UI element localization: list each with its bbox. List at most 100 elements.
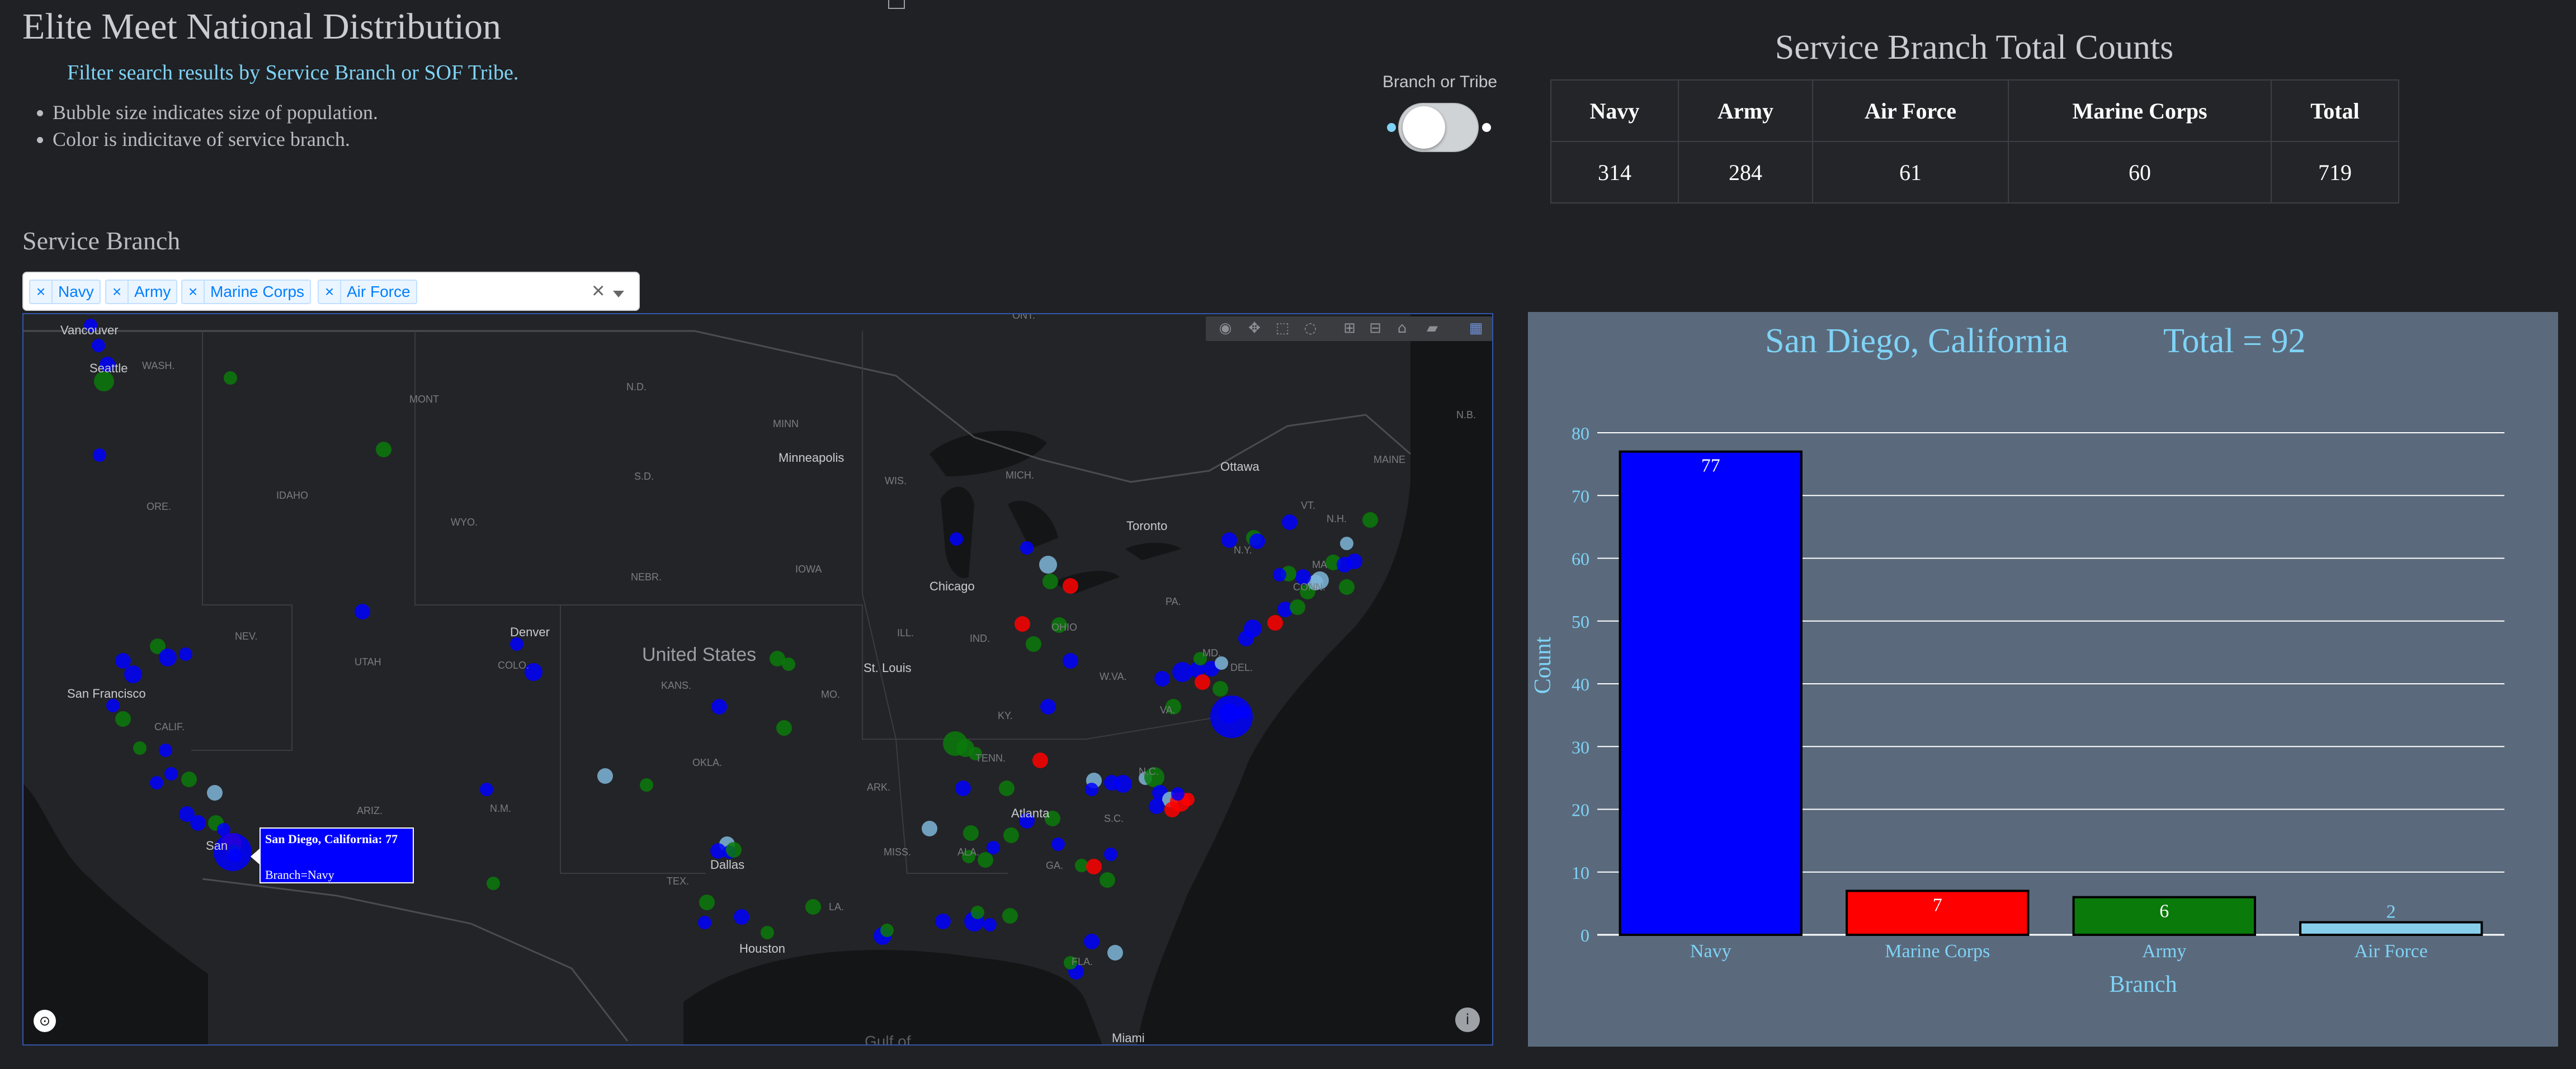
remove-air-force-button[interactable]: ×: [319, 281, 341, 303]
map-marker[interactable]: [1164, 802, 1180, 817]
box-select-icon[interactable]: ⬚: [1275, 320, 1290, 337]
chevron-down-icon[interactable]: [613, 291, 624, 297]
eraser-icon[interactable]: ▰: [1425, 320, 1440, 337]
remove-navy-button[interactable]: ×: [30, 281, 53, 303]
map-marker[interactable]: [999, 781, 1015, 796]
map-marker[interactable]: [1244, 619, 1262, 637]
bar-navy[interactable]: [1619, 450, 1803, 936]
map-marker[interactable]: [776, 720, 792, 736]
map-marker[interactable]: [150, 776, 163, 789]
map-marker[interactable]: [1026, 636, 1041, 652]
lasso-select-icon[interactable]: ◌: [1303, 320, 1318, 337]
map-marker[interactable]: [922, 821, 937, 836]
map-marker[interactable]: [207, 785, 223, 801]
map-marker[interactable]: [983, 918, 997, 931]
map-marker[interactable]: [1273, 568, 1286, 581]
map-marker[interactable]: [726, 842, 742, 858]
map-marker[interactable]: [950, 532, 963, 546]
map-marker[interactable]: [963, 825, 979, 841]
map-marker[interactable]: [115, 711, 131, 727]
map-marker[interactable]: [164, 767, 178, 781]
map-marker[interactable]: [1340, 537, 1353, 550]
city-branch-chart[interactable]: San Diego, California Total = 92 0 10 20 30…: [1528, 312, 2558, 1047]
service-branch-dropdown[interactable]: × Navy × Army × Marine Corps × Air Force ×: [22, 272, 640, 311]
map-marker[interactable]: [955, 781, 971, 796]
map-marker[interactable]: [1195, 674, 1210, 690]
map-marker[interactable]: [1107, 945, 1123, 961]
map-marker[interactable]: [1063, 653, 1078, 669]
map-marker[interactable]: [1290, 599, 1305, 615]
remove-marine-corps-button[interactable]: ×: [182, 281, 205, 303]
map-marker[interactable]: [1267, 615, 1283, 631]
map-marker[interactable]: [1362, 512, 1378, 528]
map-marker[interactable]: [224, 371, 237, 385]
map-marker[interactable]: [376, 442, 391, 457]
map-marker[interactable]: [699, 895, 715, 910]
map-marker[interactable]: [1085, 783, 1098, 796]
map-marker[interactable]: [1171, 787, 1185, 801]
map-marker[interactable]: [1339, 579, 1355, 595]
map-marker[interactable]: [1114, 775, 1132, 793]
map-marker[interactable]: [480, 783, 493, 796]
pan-icon[interactable]: ✥: [1247, 320, 1262, 337]
map-marker[interactable]: [190, 815, 206, 831]
map-marker[interactable]: [1149, 798, 1164, 814]
map-marker[interactable]: [92, 339, 105, 352]
map-marker[interactable]: [1032, 753, 1048, 768]
distribution-map[interactable]: Vancouver Seattle ONT. WASH. MONT N.D. M…: [22, 313, 1493, 1046]
map-marker[interactable]: [782, 658, 795, 671]
map-marker[interactable]: [1042, 574, 1058, 589]
map-marker[interactable]: [1020, 541, 1034, 555]
bar-air-force[interactable]: [2299, 921, 2483, 936]
map-marker[interactable]: [698, 916, 711, 929]
map-marker[interactable]: [1212, 681, 1228, 697]
map-marker[interactable]: [355, 604, 370, 619]
plotly-logo-icon[interactable]: ▦: [1469, 320, 1483, 337]
map-marker[interactable]: [1086, 859, 1102, 874]
toggle-knob[interactable]: [1403, 106, 1445, 149]
map-marker[interactable]: [159, 649, 177, 666]
map-marker[interactable]: [133, 741, 147, 755]
map-marker[interactable]: [978, 852, 993, 868]
map-marker[interactable]: [159, 744, 172, 757]
map-marker[interactable]: [510, 637, 523, 651]
map-marker[interactable]: [93, 448, 106, 462]
bars[interactable]: 777 6 2: [1619, 450, 2483, 936]
map-marker[interactable]: [640, 778, 653, 792]
map-marker[interactable]: [124, 665, 142, 683]
map-marker[interactable]: [1282, 514, 1298, 530]
map-marker[interactable]: [1039, 556, 1057, 574]
map-marker[interactable]: [880, 924, 894, 937]
clear-all-button[interactable]: ×: [592, 278, 605, 304]
map-marker[interactable]: [115, 653, 131, 669]
zoom-out-icon[interactable]: ⊟: [1368, 320, 1383, 337]
map-marker[interactable]: [1063, 578, 1078, 594]
map-marker[interactable]: [711, 699, 727, 715]
remove-army-button[interactable]: ×: [106, 281, 129, 303]
map-canvas[interactable]: Vancouver Seattle ONT. WASH. MONT N.D. M…: [23, 314, 1493, 1046]
map-marker[interactable]: [181, 772, 197, 787]
map-marker[interactable]: [597, 768, 613, 784]
map-marker[interactable]: [761, 926, 774, 939]
zoom-in-icon[interactable]: ⊞: [1342, 320, 1357, 337]
map-marker[interactable]: [1002, 908, 1018, 924]
map-marker[interactable]: [805, 899, 821, 915]
info-icon[interactable]: i: [1455, 1007, 1480, 1032]
map-marker[interactable]: [179, 647, 192, 661]
camera-icon[interactable]: ◉: [1218, 320, 1233, 337]
map-marker[interactable]: [1003, 827, 1019, 843]
map-marker[interactable]: [1104, 848, 1117, 861]
mapbox-logo-icon[interactable]: ⊙: [34, 1010, 56, 1032]
map-marker[interactable]: [1051, 838, 1065, 851]
map-marker[interactable]: [971, 906, 984, 919]
map-marker[interactable]: [1040, 699, 1056, 715]
map-marker[interactable]: [935, 914, 951, 929]
home-icon[interactable]: ⌂: [1395, 320, 1409, 337]
map-marker[interactable]: [1100, 872, 1115, 888]
map-marker[interactable]: [1154, 671, 1170, 687]
map-marker[interactable]: [1236, 706, 1249, 719]
map-marker[interactable]: [987, 841, 1000, 854]
map-marker[interactable]: [1347, 554, 1362, 569]
map-marker[interactable]: [106, 699, 120, 712]
map-marker[interactable]: [734, 909, 749, 925]
